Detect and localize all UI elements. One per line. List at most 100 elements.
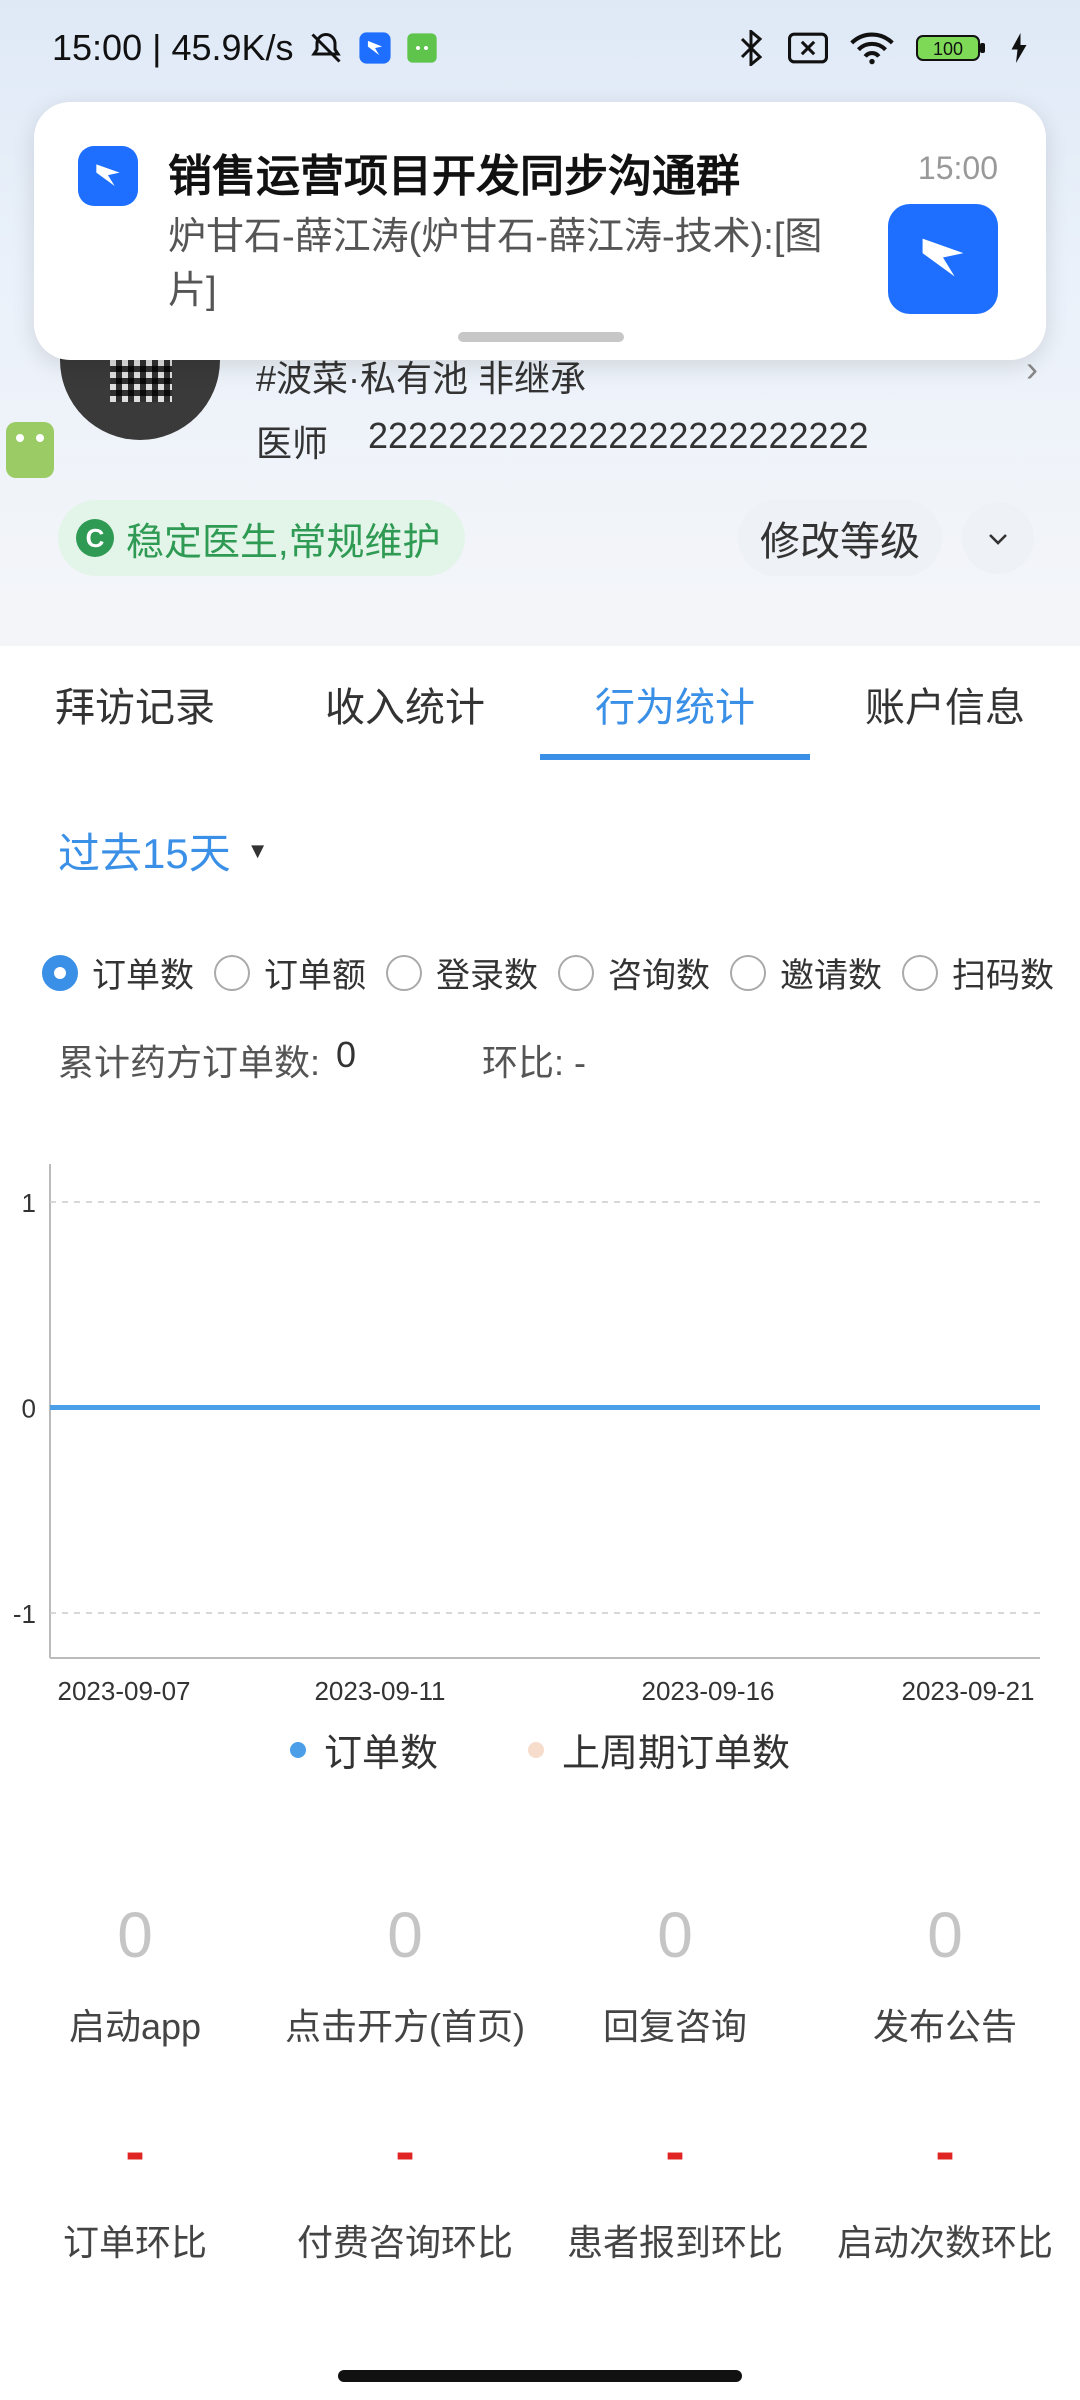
period-selector[interactable]: 过去15天 ▼ <box>58 820 269 881</box>
stat-label: 发布公告 <box>872 2006 1017 2047</box>
cumulative-ratio: 环比: - <box>482 1042 587 1083</box>
radio-label: 扫码数 <box>952 957 1054 995</box>
radio-order-count[interactable]: 订单数 <box>42 948 194 997</box>
period-label: 过去15天 <box>58 830 231 877</box>
tab-account-info[interactable]: 账户信息 <box>810 646 1080 762</box>
ratio-value: - <box>935 2119 955 2184</box>
radio-unchecked-icon <box>730 954 766 991</box>
ratio-value: - <box>395 2119 415 2184</box>
metric-radio-group: 订单数 订单额 登录数 咨询数 邀请数 扫码数 <box>42 948 1054 997</box>
ratio-label: 启动次数环比 <box>836 2222 1053 2263</box>
status-time: 15:00 | 45.9K/s <box>52 27 294 68</box>
x-tick-label: 2023-09-11 <box>314 1676 445 1706</box>
radio-label: 邀请数 <box>780 957 882 995</box>
radio-unchecked-icon <box>214 954 250 991</box>
radio-consult-count[interactable]: 咨询数 <box>558 948 710 997</box>
stat-click-prescribe: 0 点击开方(首页) <box>270 1898 540 2050</box>
legend-item-previous[interactable]: 上周期订单数 <box>528 1722 790 1777</box>
doctor-status-chip[interactable]: C 稳定医生,常规维护 <box>58 500 465 576</box>
x-tick-label: 2023-09-07 <box>58 1676 191 1706</box>
stat-label: 点击开方(首页) <box>285 2006 525 2047</box>
ratio-value: - <box>665 2119 685 2184</box>
battery-icon: 100 <box>916 32 988 64</box>
ratio-paid-consult: - 付费咨询环比 <box>270 2118 540 2266</box>
cumulative-label: 累计药方订单数: <box>58 1042 321 1083</box>
stats-grid: 0 启动app 0 点击开方(首页) 0 回复咨询 0 发布公告 <box>0 1898 1080 2050</box>
radio-label: 订单数 <box>92 957 194 995</box>
stat-value: 0 <box>927 1899 963 1971</box>
ratio-value: - <box>125 2119 145 2184</box>
no-sim-icon <box>788 32 828 64</box>
radio-unchecked-icon <box>902 954 938 991</box>
bluetooth-icon <box>736 30 766 66</box>
radio-unchecked-icon <box>558 954 594 991</box>
home-indicator[interactable] <box>338 2370 742 2382</box>
stat-launch-app: 0 启动app <box>0 1898 270 2050</box>
edit-level-button[interactable]: 修改等级 <box>738 500 942 576</box>
stat-post-notice: 0 发布公告 <box>810 1898 1080 2050</box>
stat-label: 回复咨询 <box>602 2006 747 2047</box>
notification-body: 炉甘石-薛江涛(炉甘石-薛江涛-技术):[图片] <box>168 216 823 312</box>
notification-card[interactable]: 销售运营项目开发同步沟通群 15:00 炉甘石-薛江涛(炉甘石-薛江涛-技术):… <box>34 102 1046 360</box>
legend-item-current[interactable]: 订单数 <box>289 1722 438 1777</box>
tab-bar: 拜访记录 收入统计 行为统计 账户信息 <box>0 646 1080 762</box>
radio-label: 登录数 <box>436 957 538 995</box>
cumulative-value: 0 <box>336 1034 357 1075</box>
tab-behavior-stats[interactable]: 行为统计 <box>540 646 810 762</box>
stat-value: 0 <box>387 1899 423 1971</box>
x-tick-label: 2023-09-16 <box>642 1676 775 1706</box>
ratio-patient-report: - 患者报到环比 <box>540 2118 810 2266</box>
chevron-down-icon <box>986 521 1010 555</box>
status-c-icon: C <box>76 519 114 557</box>
radio-login-count[interactable]: 登录数 <box>386 948 538 997</box>
dingtalk-icon <box>358 31 392 65</box>
status-bar: 15:00 | 45.9K/s 100 <box>0 0 1080 96</box>
radio-label: 咨询数 <box>608 957 710 995</box>
android-app-icon <box>406 32 438 64</box>
caret-down-icon: ▼ <box>246 837 269 863</box>
stat-value: 0 <box>117 1899 153 1971</box>
notification-time: 15:00 <box>917 150 998 186</box>
notification-handle[interactable] <box>458 332 624 342</box>
wifi-icon <box>850 31 894 65</box>
expand-button[interactable] <box>962 502 1034 574</box>
ratios-grid: - 订单环比 - 付费咨询环比 - 患者报到环比 - 启动次数环比 <box>0 2118 1080 2266</box>
radio-order-amount[interactable]: 订单额 <box>214 948 366 997</box>
ratio-order: - 订单环比 <box>0 2118 270 2266</box>
radio-invite-count[interactable]: 邀请数 <box>730 948 882 997</box>
notification-title: 销售运营项目开发同步沟通群 <box>168 152 740 201</box>
ratio-label: 订单环比 <box>62 2222 207 2263</box>
charging-icon <box>1010 33 1028 63</box>
y-tick-label: 1 <box>22 1188 36 1218</box>
doctor-info-row: 医师 2222222222222222222222222 <box>256 415 869 467</box>
doctor-role: 医师 <box>256 423 329 464</box>
cumulative-row: 累计药方订单数: 0 环比: - <box>58 1034 586 1086</box>
ratio-launch-count: - 启动次数环比 <box>810 2118 1080 2266</box>
ratio-label: 患者报到环比 <box>566 2222 783 2263</box>
ratio-label: 付费咨询环比 <box>296 2222 513 2263</box>
y-tick-label: -1 <box>13 1599 36 1629</box>
stat-value: 0 <box>657 1899 693 1971</box>
stat-label: 启动app <box>68 2006 202 2047</box>
dingtalk-icon <box>78 146 138 206</box>
x-tick-label: 2023-09-21 <box>902 1676 1035 1706</box>
radio-unchecked-icon <box>386 954 422 991</box>
section-divider <box>0 600 1080 646</box>
status-chip-label: 稳定医生,常规维护 <box>126 521 441 564</box>
floating-android-icon[interactable] <box>0 408 64 488</box>
legend-label: 上周期订单数 <box>562 1733 791 1775</box>
bell-muted-icon <box>308 30 344 66</box>
legend-label: 订单数 <box>323 1733 438 1775</box>
battery-level: 100 <box>933 39 963 59</box>
tab-income-stats[interactable]: 收入统计 <box>270 646 540 762</box>
doctor-phone: 2222222222222222222222222 <box>368 415 869 456</box>
order-count-chart: 1 0 -1 2023-09-07 2023-09-11 2023-09-16 2023-0… <box>13 1164 1040 1706</box>
radio-label: 订单额 <box>264 957 366 995</box>
y-tick-label: 0 <box>22 1394 36 1424</box>
legend-dot-icon <box>289 1741 306 1758</box>
tab-visit-records[interactable]: 拜访记录 <box>0 646 270 762</box>
dingtalk-large-icon <box>888 204 998 314</box>
chart-legend: 订单数 上周期订单数 <box>0 1722 1080 1777</box>
radio-scan-count[interactable]: 扫码数 <box>902 948 1054 997</box>
radio-checked-icon <box>42 954 78 991</box>
